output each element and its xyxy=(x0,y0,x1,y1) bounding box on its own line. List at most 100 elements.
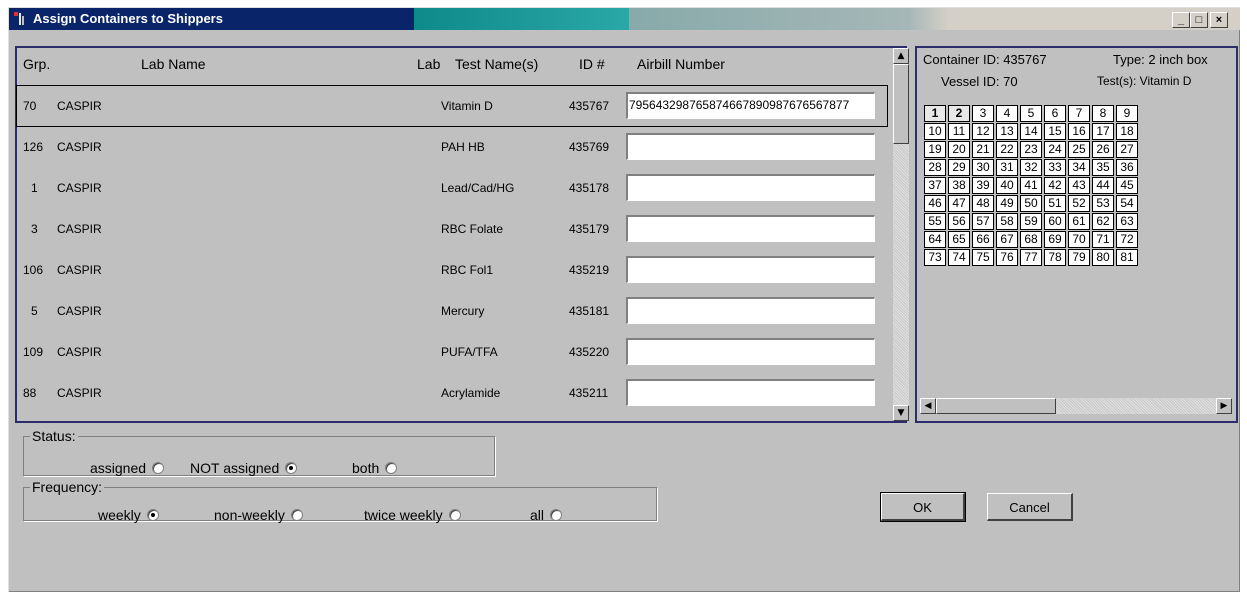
scroll-down-button[interactable]: ▼ xyxy=(893,405,909,421)
container-slot[interactable]: 17 xyxy=(1092,123,1114,140)
container-slot[interactable]: 50 xyxy=(1020,195,1042,212)
container-slot[interactable]: 60 xyxy=(1044,213,1066,230)
container-slot[interactable]: 45 xyxy=(1116,177,1138,194)
container-slot[interactable]: 55 xyxy=(924,213,946,230)
scroll-right-button[interactable]: ▶ xyxy=(1216,398,1232,414)
frequency-all-option[interactable]: all xyxy=(530,507,563,523)
status-not-assigned-option[interactable]: NOT assigned xyxy=(190,460,298,476)
container-slot[interactable]: 41 xyxy=(1020,177,1042,194)
container-slot[interactable]: 42 xyxy=(1044,177,1066,194)
container-slot[interactable]: 78 xyxy=(1044,249,1066,266)
table-vertical-scrollbar[interactable]: ▲ ▼ xyxy=(893,48,909,421)
container-slot[interactable]: 67 xyxy=(996,231,1018,248)
container-slot[interactable]: 75 xyxy=(972,249,994,266)
container-slot[interactable]: 54 xyxy=(1116,195,1138,212)
cancel-button[interactable]: Cancel xyxy=(987,493,1073,521)
container-slot[interactable]: 51 xyxy=(1044,195,1066,212)
table-row[interactable]: 88 CASPIR Acrylamide 435211 xyxy=(17,373,887,413)
airbill-number-input[interactable] xyxy=(626,338,875,365)
container-slot[interactable]: 62 xyxy=(1092,213,1114,230)
container-slot[interactable]: 73 xyxy=(924,249,946,266)
container-slot[interactable]: 38 xyxy=(948,177,970,194)
table-row[interactable]: 5 CASPIR Mercury 435181 xyxy=(17,291,887,331)
container-slot[interactable]: 26 xyxy=(1092,141,1114,158)
container-slot[interactable]: 63 xyxy=(1116,213,1138,230)
container-slot[interactable]: 13 xyxy=(996,123,1018,140)
airbill-number-input[interactable] xyxy=(626,379,875,406)
airbill-number-input[interactable] xyxy=(626,297,875,324)
container-slot[interactable]: 34 xyxy=(1068,159,1090,176)
container-slot[interactable]: 53 xyxy=(1092,195,1114,212)
container-slot[interactable]: 58 xyxy=(996,213,1018,230)
container-slot[interactable]: 76 xyxy=(996,249,1018,266)
airbill-number-input[interactable] xyxy=(626,215,875,242)
minimize-button[interactable]: _ xyxy=(1172,12,1190,28)
container-slot[interactable]: 35 xyxy=(1092,159,1114,176)
container-slot[interactable]: 21 xyxy=(972,141,994,158)
container-slot[interactable]: 29 xyxy=(948,159,970,176)
frequency-weekly-radio[interactable] xyxy=(146,509,159,522)
container-slot[interactable]: 8 xyxy=(1092,105,1114,122)
container-slot[interactable]: 71 xyxy=(1092,231,1114,248)
container-slot[interactable]: 32 xyxy=(1020,159,1042,176)
container-slot[interactable]: 4 xyxy=(996,105,1018,122)
container-slot[interactable]: 9 xyxy=(1116,105,1138,122)
container-slot[interactable]: 47 xyxy=(948,195,970,212)
container-slot[interactable]: 11 xyxy=(948,123,970,140)
horizontal-scroll-thumb[interactable] xyxy=(936,398,1056,414)
container-slot[interactable]: 10 xyxy=(924,123,946,140)
status-both-radio[interactable] xyxy=(385,462,398,475)
container-slot[interactable]: 81 xyxy=(1116,249,1138,266)
container-slot[interactable]: 57 xyxy=(972,213,994,230)
container-slot[interactable]: 61 xyxy=(1068,213,1090,230)
container-slot[interactable]: 65 xyxy=(948,231,970,248)
grid-horizontal-scrollbar[interactable]: ◀ ▶ xyxy=(920,398,1232,414)
container-slot[interactable]: 70 xyxy=(1068,231,1090,248)
container-slot[interactable]: 36 xyxy=(1116,159,1138,176)
container-slot[interactable]: 66 xyxy=(972,231,994,248)
container-slot[interactable]: 64 xyxy=(924,231,946,248)
container-slot[interactable]: 27 xyxy=(1116,141,1138,158)
status-both-option[interactable]: both xyxy=(352,460,398,476)
frequency-non-weekly-radio[interactable] xyxy=(290,509,303,522)
container-slot[interactable]: 40 xyxy=(996,177,1018,194)
container-slot[interactable]: 12 xyxy=(972,123,994,140)
container-slot[interactable]: 31 xyxy=(996,159,1018,176)
table-row[interactable]: 126 CASPIR PAH HB 435769 xyxy=(17,127,887,167)
container-slot[interactable]: 22 xyxy=(996,141,1018,158)
container-slot[interactable]: 79 xyxy=(1068,249,1090,266)
container-slot[interactable]: 23 xyxy=(1020,141,1042,158)
container-slot[interactable]: 46 xyxy=(924,195,946,212)
table-row[interactable]: 70 CASPIR Vitamin D 435767 79564329876587466… xyxy=(16,85,888,127)
container-slot[interactable]: 33 xyxy=(1044,159,1066,176)
container-slot[interactable]: 6 xyxy=(1044,105,1066,122)
frequency-twice-weekly-option[interactable]: twice weekly xyxy=(364,507,461,523)
frequency-all-radio[interactable] xyxy=(550,509,563,522)
container-slot[interactable]: 56 xyxy=(948,213,970,230)
container-slot[interactable]: 39 xyxy=(972,177,994,194)
container-slot[interactable]: 5 xyxy=(1020,105,1042,122)
status-assigned-radio[interactable] xyxy=(152,462,165,475)
container-slot[interactable]: 3 xyxy=(972,105,994,122)
status-not-assigned-radio[interactable] xyxy=(285,462,298,475)
container-slot[interactable]: 80 xyxy=(1092,249,1114,266)
airbill-number-input[interactable] xyxy=(626,133,875,160)
container-slot[interactable]: 52 xyxy=(1068,195,1090,212)
close-button[interactable]: × xyxy=(1210,12,1228,28)
container-slot[interactable]: 30 xyxy=(972,159,994,176)
table-row[interactable]: 1 CASPIR Lead/Cad/HG 435178 xyxy=(17,168,887,208)
container-slot[interactable]: 19 xyxy=(924,141,946,158)
container-slot[interactable]: 25 xyxy=(1068,141,1090,158)
container-slot[interactable]: 1 xyxy=(924,105,946,122)
container-slot[interactable]: 28 xyxy=(924,159,946,176)
table-row[interactable]: 109 CASPIR PUFA/TFA 435220 xyxy=(17,332,887,372)
container-slot[interactable]: 24 xyxy=(1044,141,1066,158)
scroll-up-button[interactable]: ▲ xyxy=(893,48,909,64)
container-slot[interactable]: 43 xyxy=(1068,177,1090,194)
container-slot[interactable]: 15 xyxy=(1044,123,1066,140)
airbill-number-input[interactable] xyxy=(626,174,875,201)
maximize-button[interactable]: □ xyxy=(1190,12,1208,28)
container-slot[interactable]: 14 xyxy=(1020,123,1042,140)
container-slot[interactable]: 72 xyxy=(1116,231,1138,248)
container-slot[interactable]: 59 xyxy=(1020,213,1042,230)
